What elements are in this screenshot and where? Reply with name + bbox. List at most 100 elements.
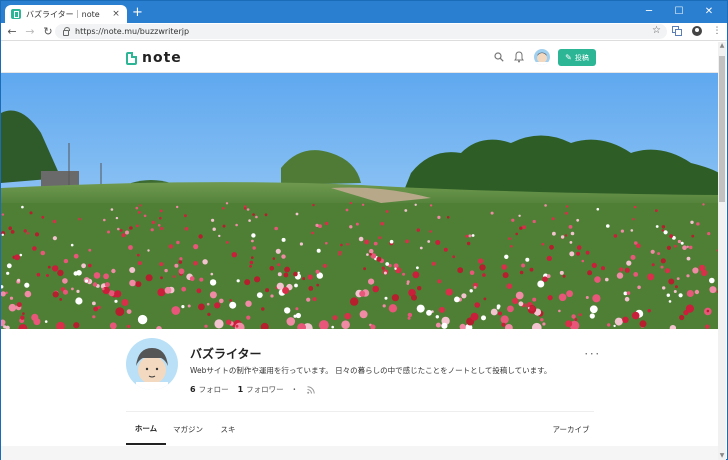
flower: [322, 263, 327, 268]
lock-icon: [63, 26, 70, 36]
flower: [479, 264, 486, 271]
flower: [248, 219, 251, 222]
flower: [40, 250, 46, 256]
flower: [10, 230, 15, 234]
scroll-up-icon[interactable]: ▲: [718, 42, 726, 50]
flower: [416, 304, 425, 313]
post-button-label: 投稿: [574, 53, 589, 62]
rss-icon[interactable]: [307, 385, 315, 394]
flower: [551, 217, 555, 221]
flower: [59, 298, 63, 301]
flower: [44, 320, 48, 323]
content-area: [1, 446, 719, 460]
profile-avatar[interactable]: [126, 338, 178, 390]
tab-like[interactable]: スキ: [214, 413, 242, 445]
close-window-button[interactable]: ✕: [694, 1, 724, 21]
flower: [589, 313, 595, 319]
tab-magazine[interactable]: マガジン: [170, 413, 206, 445]
flower: [674, 285, 678, 289]
flower: [698, 264, 706, 272]
flower: [500, 315, 509, 324]
flower: [620, 229, 625, 233]
flower: [431, 261, 436, 266]
flower: [1, 233, 4, 236]
flower: [150, 228, 154, 232]
flower: [502, 272, 509, 279]
scroll-thumb[interactable]: [719, 56, 725, 202]
translate-icon[interactable]: [671, 25, 683, 37]
flower: [14, 254, 21, 261]
flower: [688, 245, 693, 250]
scroll-down-icon[interactable]: ▼: [718, 452, 726, 460]
flower: [286, 317, 296, 326]
page-content: note ✎ 投稿 バズライター ･･･ Webサイトの制作や運用を行っています…: [1, 42, 719, 460]
flower: [71, 287, 74, 291]
flower: [676, 277, 680, 280]
menu-kebab-icon[interactable]: ⋮: [711, 25, 723, 37]
bookmark-star-icon[interactable]: ☆: [652, 25, 661, 36]
flower: [196, 288, 202, 294]
flower: [389, 239, 394, 244]
flower: [8, 226, 12, 230]
flower: [709, 277, 715, 284]
follow-link[interactable]: 6 フォロー: [190, 384, 229, 395]
flower: [471, 234, 475, 237]
reload-icon[interactable]: ↻: [41, 25, 55, 39]
flower: [324, 221, 329, 226]
flower: [515, 291, 524, 300]
profile-icon[interactable]: [691, 25, 703, 37]
flower: [244, 279, 251, 286]
tab-close-icon[interactable]: ×: [111, 9, 121, 19]
flower: [168, 244, 174, 249]
tab-archive[interactable]: アーカイブ: [548, 413, 594, 445]
forward-arrow-icon[interactable]: →: [23, 25, 37, 39]
flower: [382, 304, 386, 308]
flower: [461, 293, 467, 299]
address-bar[interactable]: https://note.mu/buzzwriterjp ☆: [55, 24, 667, 39]
maximize-button[interactable]: ☐: [664, 1, 694, 21]
page-scrollbar[interactable]: ▲ ▼: [718, 42, 726, 460]
flower: [307, 274, 313, 280]
flower: [281, 254, 286, 259]
notification-bell-icon[interactable]: [514, 51, 524, 63]
flower: [363, 267, 366, 271]
browser-window: バズライター｜note × + ─ ☐ ✕ ← → ↻ https://note…: [0, 0, 728, 460]
flower: [93, 306, 99, 312]
flower: [121, 299, 129, 306]
flower: [179, 257, 183, 261]
flower: [252, 213, 255, 216]
browser-tab[interactable]: バズライター｜note ×: [5, 5, 127, 23]
flower: [388, 304, 398, 313]
flower: [84, 279, 89, 283]
flower: [20, 315, 25, 320]
flower: [76, 270, 82, 276]
flower: [435, 322, 441, 328]
follower-link[interactable]: 1 フォロワー: [238, 384, 284, 395]
flower: [596, 207, 600, 211]
flower: [176, 205, 179, 209]
flower: [236, 279, 240, 283]
new-tab-button[interactable]: +: [132, 6, 143, 20]
user-avatar[interactable]: [534, 49, 550, 65]
flower: [412, 271, 420, 279]
flower: [540, 318, 544, 322]
flower: [283, 272, 289, 278]
flower: [235, 324, 239, 328]
flower: [378, 236, 382, 240]
search-icon[interactable]: [494, 52, 504, 62]
flower: [506, 283, 513, 289]
flower: [276, 282, 284, 290]
tab-home[interactable]: ホーム: [126, 413, 166, 445]
note-logo[interactable]: note: [126, 50, 182, 66]
flower: [332, 315, 338, 321]
post-button[interactable]: ✎ 投稿: [558, 49, 596, 66]
minimize-button[interactable]: ─: [634, 1, 664, 21]
back-arrow-icon[interactable]: ←: [5, 25, 19, 39]
flower: [212, 227, 216, 231]
flower: [103, 273, 109, 280]
flower: [1, 213, 5, 216]
flower: [219, 298, 224, 304]
flower: [383, 271, 387, 275]
flower: [47, 265, 51, 269]
more-options-button[interactable]: ･･･: [584, 347, 601, 360]
